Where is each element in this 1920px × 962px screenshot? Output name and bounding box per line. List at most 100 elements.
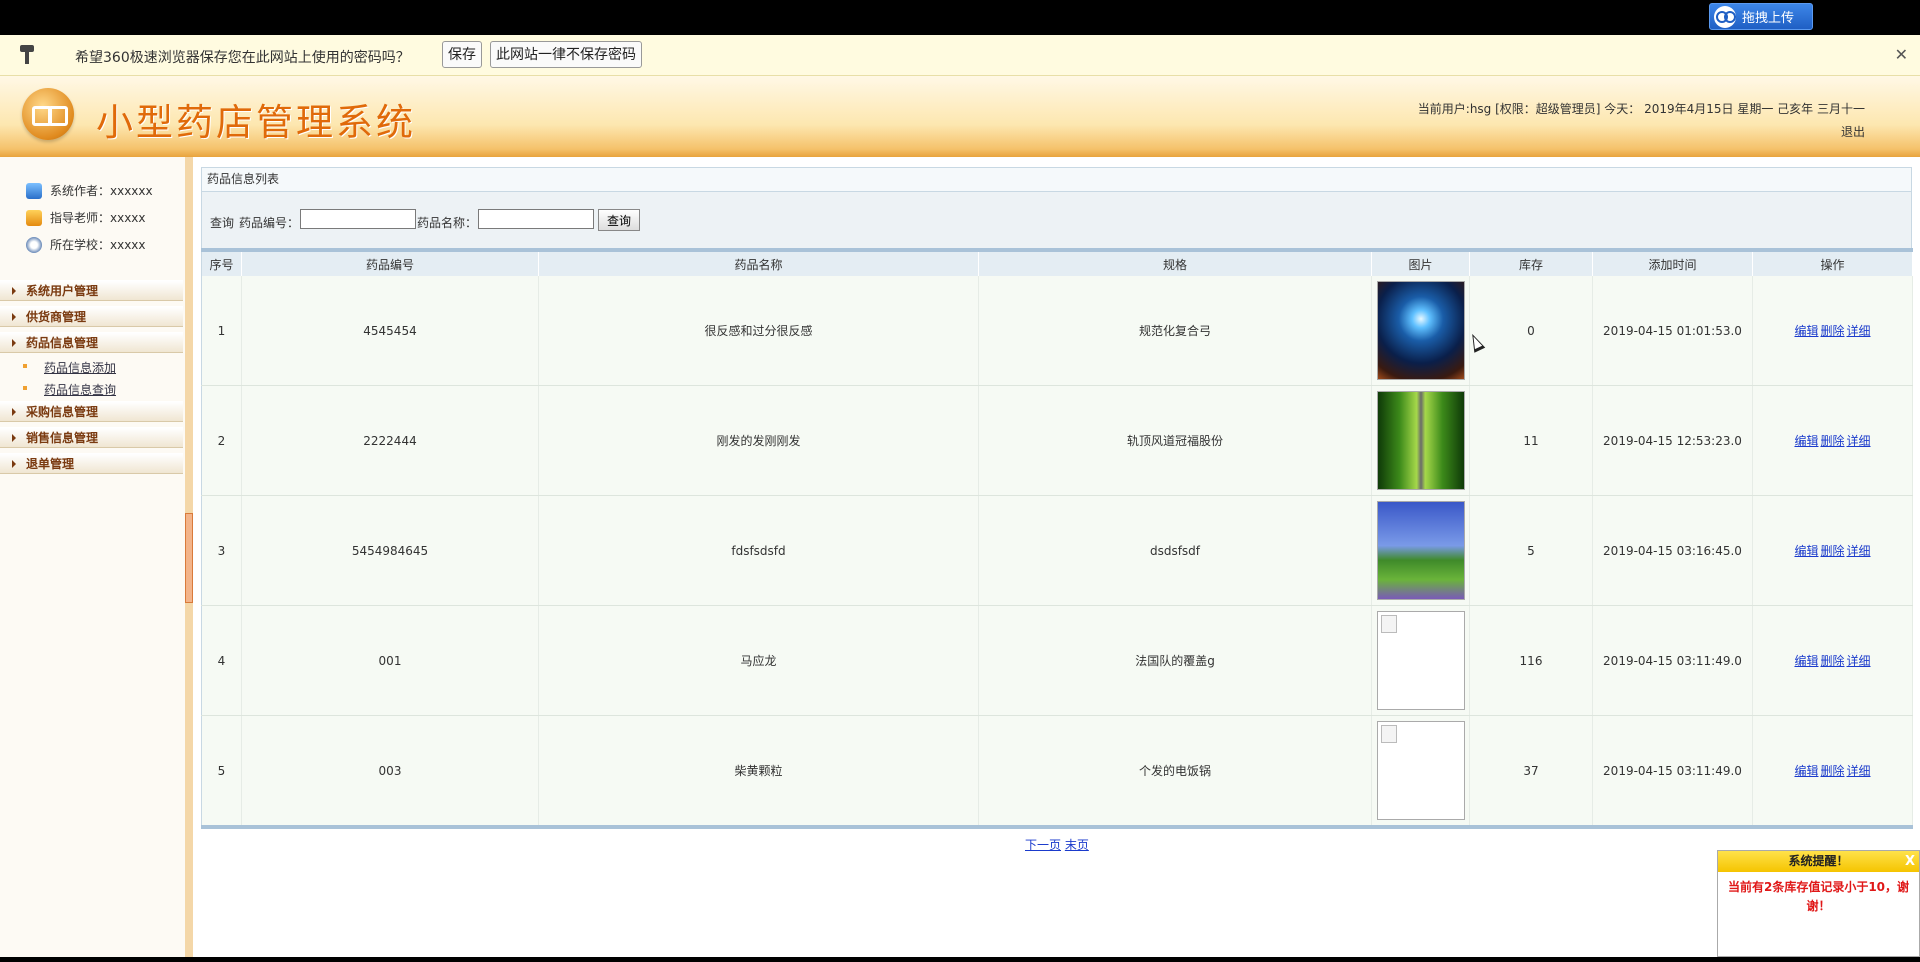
detail-link[interactable]: 详细 bbox=[1847, 434, 1871, 448]
current-user-info: 当前用户:hsg [权限：超级管理员] 今天： 2019年4月15日 星期一 己… bbox=[1417, 102, 1865, 116]
delete-link[interactable]: 删除 bbox=[1820, 544, 1844, 558]
drug-table: 序号 药品编号 药品名称 规格 图片 库存 添加时间 操作 1 4545454 … bbox=[201, 248, 1913, 829]
key-icon bbox=[20, 45, 34, 65]
cell-code: 5454984645 bbox=[241, 495, 539, 606]
drug-name-input[interactable] bbox=[478, 209, 594, 229]
cell-spec: 规范化复合弓 bbox=[978, 276, 1372, 386]
school-icon bbox=[26, 236, 42, 253]
drug-thumbnail[interactable] bbox=[1376, 391, 1465, 490]
submenu-drug-query[interactable]: 药品信息查询 bbox=[22, 381, 116, 398]
col-header-image: 图片 bbox=[1371, 250, 1470, 276]
password-save-message: 希望360极速浏览器保存您在此网站上使用的密码吗？ bbox=[75, 50, 410, 66]
col-header-ops: 操作 bbox=[1752, 250, 1913, 276]
search-form: 查询 药品编号： 药品名称： 查询 bbox=[201, 192, 1912, 248]
menu-sales[interactable]: 销售信息管理 bbox=[0, 427, 183, 448]
table-row: 4 001 马应龙 法国队的覆盖g 116 2019-04-15 03:11:4… bbox=[201, 605, 1913, 716]
edit-link[interactable]: 编辑 bbox=[1794, 654, 1818, 668]
cell-name: 很反感和过分很反感 bbox=[538, 276, 979, 386]
cell-name: 柴黄颗粒 bbox=[538, 715, 979, 828]
drug-code-label: 药品编号： bbox=[239, 216, 300, 230]
save-password-button[interactable]: 保存 bbox=[442, 41, 482, 68]
edit-link[interactable]: 编辑 bbox=[1794, 324, 1818, 338]
cell-stock: 116 bbox=[1469, 605, 1593, 716]
teacher-icon bbox=[26, 209, 42, 226]
cell-ops: 编辑 删除 详细 bbox=[1752, 276, 1913, 386]
table-row: 3 5454984645 fdsfsdsfd dsdsfsdf 5 2019-0… bbox=[201, 495, 1913, 606]
cell-time: 2019-04-15 03:16:45.0 bbox=[1592, 495, 1753, 606]
cell-spec: 轨顶风道冠福股份 bbox=[978, 385, 1372, 496]
alert-message: 当前有2条库存值记录小于10，谢谢！ bbox=[1727, 880, 1910, 913]
cell-code: 001 bbox=[241, 605, 539, 716]
delete-link[interactable]: 删除 bbox=[1820, 764, 1844, 778]
broken-image-icon[interactable] bbox=[1376, 611, 1465, 710]
menu-suppliers[interactable]: 供货商管理 bbox=[0, 306, 183, 327]
col-header-code: 药品编号 bbox=[241, 250, 539, 276]
app-title: 小型药店管理系统 bbox=[96, 101, 416, 144]
drag-upload-button[interactable]: 拖拽上传 bbox=[1709, 3, 1813, 30]
detail-link[interactable]: 详细 bbox=[1847, 324, 1871, 338]
bottom-edge bbox=[0, 957, 1920, 962]
sidebar: 系统作者：xxxxxx 指导老师：xxxxx 所在学校：xxxxx 系统用户管理… bbox=[0, 157, 186, 962]
sidebar-collapse-toggle[interactable] bbox=[185, 513, 193, 603]
cell-time: 2019-04-15 03:11:49.0 bbox=[1592, 715, 1753, 828]
cell-spec: dsdsfsdf bbox=[978, 495, 1372, 606]
cell-image bbox=[1371, 605, 1470, 716]
menu-returns[interactable]: 退单管理 bbox=[0, 453, 183, 474]
cell-name: 马应龙 bbox=[538, 605, 979, 716]
edit-link[interactable]: 编辑 bbox=[1794, 544, 1818, 558]
edit-link[interactable]: 编辑 bbox=[1794, 434, 1818, 448]
col-header-index: 序号 bbox=[201, 250, 242, 276]
menu-system-users[interactable]: 系统用户管理 bbox=[0, 280, 183, 301]
search-button[interactable]: 查询 bbox=[598, 209, 640, 231]
cell-index: 5 bbox=[201, 715, 242, 828]
broken-image-icon[interactable] bbox=[1376, 721, 1465, 820]
submenu-drug-add[interactable]: 药品信息添加 bbox=[22, 359, 116, 376]
last-page-link[interactable]: 末页 bbox=[1065, 838, 1089, 852]
col-header-spec: 规格 bbox=[978, 250, 1372, 276]
cell-time: 2019-04-15 01:01:53.0 bbox=[1592, 276, 1753, 386]
cell-index: 2 bbox=[201, 385, 242, 496]
col-header-time: 添加时间 bbox=[1592, 250, 1753, 276]
app-header: 小型药店管理系统 当前用户:hsg [权限：超级管理员] 今天： 2019年4月… bbox=[0, 76, 1920, 157]
delete-link[interactable]: 删除 bbox=[1820, 434, 1844, 448]
drug-thumbnail[interactable] bbox=[1376, 501, 1465, 600]
school-info: 所在学校：xxxxx bbox=[26, 236, 146, 253]
cell-stock: 5 bbox=[1469, 495, 1593, 606]
cell-stock: 0 bbox=[1469, 276, 1593, 386]
table-row: 1 4545454 很反感和过分很反感 规范化复合弓 0 2019-04-15 … bbox=[201, 276, 1913, 386]
cell-index: 3 bbox=[201, 495, 242, 606]
edit-link[interactable]: 编辑 bbox=[1794, 764, 1818, 778]
menu-purchase[interactable]: 采购信息管理 bbox=[0, 401, 183, 422]
panel-title: 药品信息列表 bbox=[201, 167, 1912, 192]
col-header-stock: 库存 bbox=[1469, 250, 1593, 276]
alert-close-button[interactable]: X bbox=[1905, 851, 1915, 872]
table-header-row: 序号 药品编号 药品名称 规格 图片 库存 添加时间 操作 bbox=[201, 250, 1913, 276]
cell-name: fdsfsdsfd bbox=[538, 495, 979, 606]
system-alert-popup: 系统提醒！ X 当前有2条库存值记录小于10，谢谢！ bbox=[1717, 850, 1920, 957]
delete-link[interactable]: 删除 bbox=[1820, 654, 1844, 668]
app-logo bbox=[22, 88, 74, 140]
detail-link[interactable]: 详细 bbox=[1847, 764, 1871, 778]
table-row: 2 2222444 刚发的发刚刚发 轨顶风道冠福股份 11 2019-04-15… bbox=[201, 385, 1913, 496]
delete-link[interactable]: 删除 bbox=[1820, 324, 1844, 338]
cell-name: 刚发的发刚刚发 bbox=[538, 385, 979, 496]
author-label: 系统作者：xxxxxx bbox=[50, 184, 153, 198]
drag-upload-label: 拖拽上传 bbox=[1742, 11, 1795, 26]
menu-drug-info[interactable]: 药品信息管理 bbox=[0, 332, 183, 353]
cell-image bbox=[1371, 715, 1470, 828]
never-save-password-button[interactable]: 此网站一律不保存密码 bbox=[490, 41, 642, 68]
cell-code: 003 bbox=[241, 715, 539, 828]
author-info: 系统作者：xxxxxx bbox=[26, 182, 153, 199]
next-page-link[interactable]: 下一页 bbox=[1025, 838, 1061, 852]
pagination: 下一页 末页 bbox=[1025, 836, 1089, 853]
cell-stock: 37 bbox=[1469, 715, 1593, 828]
detail-link[interactable]: 详细 bbox=[1847, 654, 1871, 668]
cloud-icon bbox=[1714, 5, 1736, 28]
detail-link[interactable]: 详细 bbox=[1847, 544, 1871, 558]
teacher-info: 指导老师：xxxxx bbox=[26, 209, 146, 226]
drug-code-input[interactable] bbox=[300, 209, 416, 229]
logout-link[interactable]: 退出 bbox=[1841, 123, 1865, 140]
drug-thumbnail[interactable] bbox=[1376, 281, 1465, 380]
close-icon[interactable]: ✕ bbox=[1895, 45, 1908, 64]
cell-time: 2019-04-15 03:11:49.0 bbox=[1592, 605, 1753, 716]
